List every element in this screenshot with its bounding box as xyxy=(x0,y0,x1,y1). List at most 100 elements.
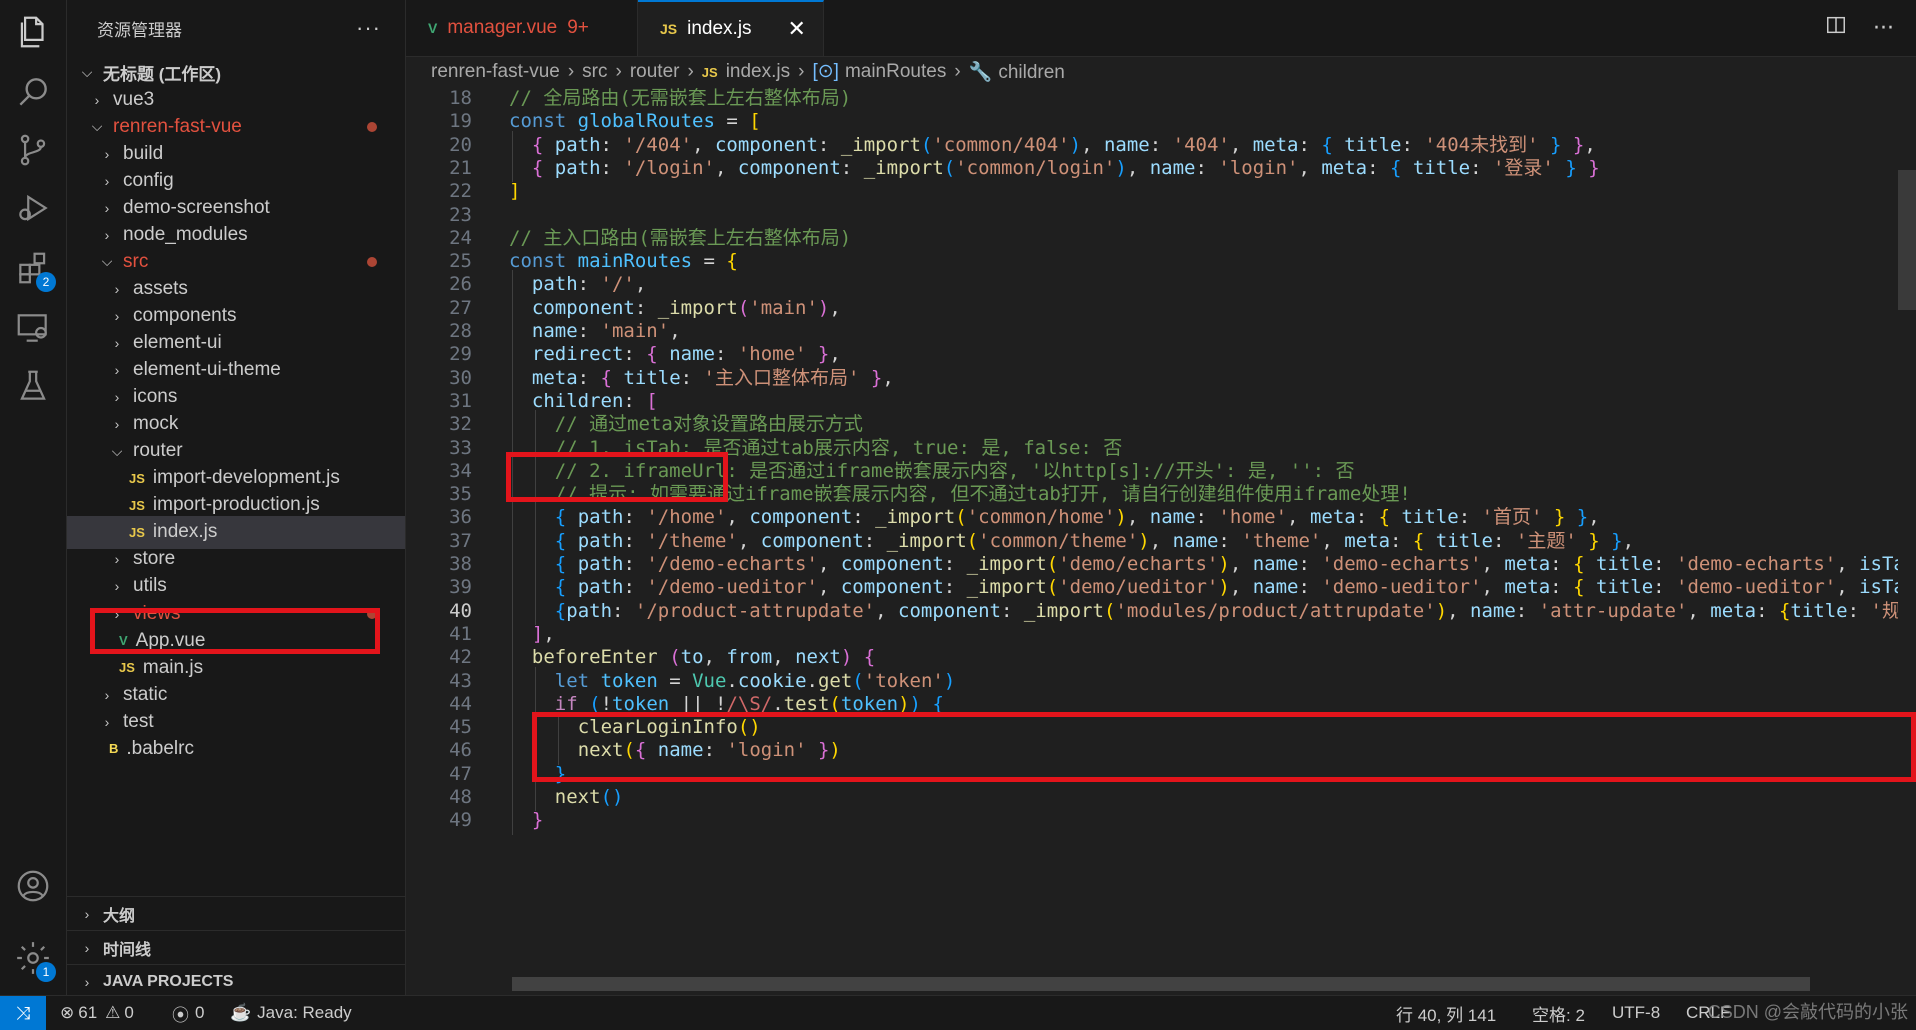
watermark: CSDN @会敲代码的小张 xyxy=(1707,1002,1908,1022)
code-token: name xyxy=(531,320,578,342)
code-token: , xyxy=(817,576,841,599)
tab-actions: ··· xyxy=(1825,0,1894,56)
code-token: const xyxy=(509,250,578,273)
remote-explorer-icon[interactable] xyxy=(0,298,66,358)
breadcrumb-item[interactable]: renren-fast-vue xyxy=(431,61,560,83)
explorer-files-icon[interactable] xyxy=(0,2,66,62)
code-token: : xyxy=(1493,529,1516,552)
encoding[interactable]: UTF-8 xyxy=(1612,996,1660,1030)
chevron-right-icon[interactable]: › xyxy=(99,714,115,730)
code-editor[interactable]: 18// 全局路由(无需嵌套上左右整体布局) 19 const globalRout… xyxy=(406,86,1916,995)
java-status[interactable]: ☕ Java: Ready xyxy=(230,996,352,1030)
breadcrumb-item[interactable]: router xyxy=(630,61,680,83)
code-token: { xyxy=(1573,553,1596,575)
code-token: ) xyxy=(1138,529,1150,552)
chevron-right-icon[interactable]: › xyxy=(99,687,115,703)
chevron-right-icon: › xyxy=(84,973,90,990)
chevron-down-icon[interactable]: ⌵ xyxy=(109,443,125,460)
modified-dot-icon xyxy=(367,256,377,267)
code-token: name xyxy=(1149,506,1196,529)
code-token: 'main' xyxy=(749,296,818,319)
problems-indicator[interactable]: ⊗ 61 ⚠ 0 xyxy=(60,996,134,1030)
code-token: path xyxy=(531,273,578,296)
code-token: meta xyxy=(1504,553,1551,575)
code-token: name xyxy=(1172,529,1219,552)
code-token: title xyxy=(1790,599,1848,622)
close-icon[interactable]: ✕ xyxy=(788,16,806,42)
code-token: title xyxy=(1595,576,1654,599)
panel-section[interactable]: › 大纲 xyxy=(67,896,405,930)
tab-index-js[interactable]: JS index.js ✕ xyxy=(638,0,824,56)
code-token: '规 xyxy=(1870,599,1901,622)
indentation[interactable]: 空格: 2 xyxy=(1532,996,1585,1030)
extensions-icon[interactable]: 2 xyxy=(0,238,66,298)
chevron-down-icon[interactable]: ⌵ xyxy=(79,64,95,81)
chevron-down-icon[interactable]: ⌵ xyxy=(99,253,115,270)
scrollbar-thumb[interactable] xyxy=(1898,170,1916,310)
cursor-position[interactable]: 行 40, 列 141 xyxy=(1396,996,1496,1030)
chevron-right-icon[interactable]: › xyxy=(109,362,125,378)
tab-label: index.js xyxy=(687,18,752,39)
chevron-right-icon[interactable]: › xyxy=(99,146,115,162)
code-token: : xyxy=(600,133,624,156)
split-editor-icon[interactable] xyxy=(1825,14,1847,42)
code-token: meta xyxy=(1309,506,1356,529)
chevron-right-icon[interactable]: › xyxy=(109,416,125,432)
code-token: '登录' xyxy=(1492,156,1554,179)
chevron-right-icon[interactable]: › xyxy=(109,308,125,324)
tab-manager-vue[interactable]: V manager.vue 9+ xyxy=(406,0,638,56)
chevron-right-icon[interactable]: › xyxy=(109,335,125,351)
code-token: , xyxy=(1229,576,1253,599)
explorer-more-icon[interactable]: ··· xyxy=(356,15,381,41)
chevron-right-icon[interactable]: › xyxy=(109,578,125,594)
code-token: meta xyxy=(531,366,578,389)
code-token: path xyxy=(566,599,613,622)
testing-icon[interactable] xyxy=(0,356,66,416)
code-token: : xyxy=(1298,576,1322,599)
code-token: _import xyxy=(840,133,921,156)
search-icon[interactable] xyxy=(0,62,66,122)
panel-section[interactable]: › 时间线 xyxy=(67,930,405,964)
tree-item-label: .babelrc xyxy=(126,737,194,759)
code-token: : xyxy=(612,599,635,622)
chevron-right-icon[interactable]: › xyxy=(109,389,125,405)
remote-indicator-icon[interactable]: ⤨ xyxy=(0,996,46,1030)
breadcrumb-item[interactable]: [⊙] mainRoutes xyxy=(812,60,946,83)
code-token: } xyxy=(1599,529,1623,552)
run-debug-icon[interactable] xyxy=(0,178,66,238)
code-token: meta xyxy=(1321,156,1368,179)
code-token: '/home' xyxy=(646,506,727,529)
source-control-icon[interactable] xyxy=(0,120,66,180)
code-token: from xyxy=(726,646,773,669)
code-token: next xyxy=(554,786,601,808)
chevron-down-icon[interactable]: ⌵ xyxy=(89,118,105,135)
breadcrumb-item[interactable]: 🔧 children xyxy=(969,60,1065,84)
manage-gear-icon[interactable]: 1 xyxy=(0,928,66,988)
code-token: path xyxy=(577,553,624,575)
code-token: path xyxy=(554,133,601,156)
breadcrumb-item[interactable]: src xyxy=(582,61,607,83)
chevron-right-icon[interactable]: › xyxy=(99,200,115,216)
panel-section[interactable]: › JAVA PROJECTS xyxy=(67,964,405,995)
tree-item-label: components xyxy=(133,304,237,326)
tree-file[interactable]: B .babelrc xyxy=(67,732,405,765)
code-text: } xyxy=(532,806,543,834)
code-token: : xyxy=(1458,506,1482,529)
code-token: '/product-attrupdate' xyxy=(634,599,876,622)
account-icon[interactable] xyxy=(0,856,66,916)
chevron-right-icon[interactable]: › xyxy=(99,227,115,243)
explorer-title: 资源管理器 xyxy=(97,20,182,40)
code-line[interactable]: 49} xyxy=(406,806,1916,835)
chevron-right-icon[interactable]: › xyxy=(109,551,125,567)
breadcrumb-separator-icon: › xyxy=(798,60,805,82)
chevron-right-icon[interactable]: › xyxy=(99,173,115,189)
code-token: 'attr-update' xyxy=(1538,599,1688,622)
horizontal-scrollbar[interactable] xyxy=(512,977,1810,991)
chevron-right-icon[interactable]: › xyxy=(89,92,105,108)
code-token: , xyxy=(1836,553,1860,575)
breadcrumb-item[interactable]: JS index.js xyxy=(702,61,790,83)
more-actions-icon[interactable]: ··· xyxy=(1873,16,1894,41)
chevron-right-icon[interactable]: › xyxy=(109,281,125,297)
code-token: : xyxy=(1195,156,1219,179)
ports-indicator[interactable]: ⦿ 0 xyxy=(172,996,204,1030)
